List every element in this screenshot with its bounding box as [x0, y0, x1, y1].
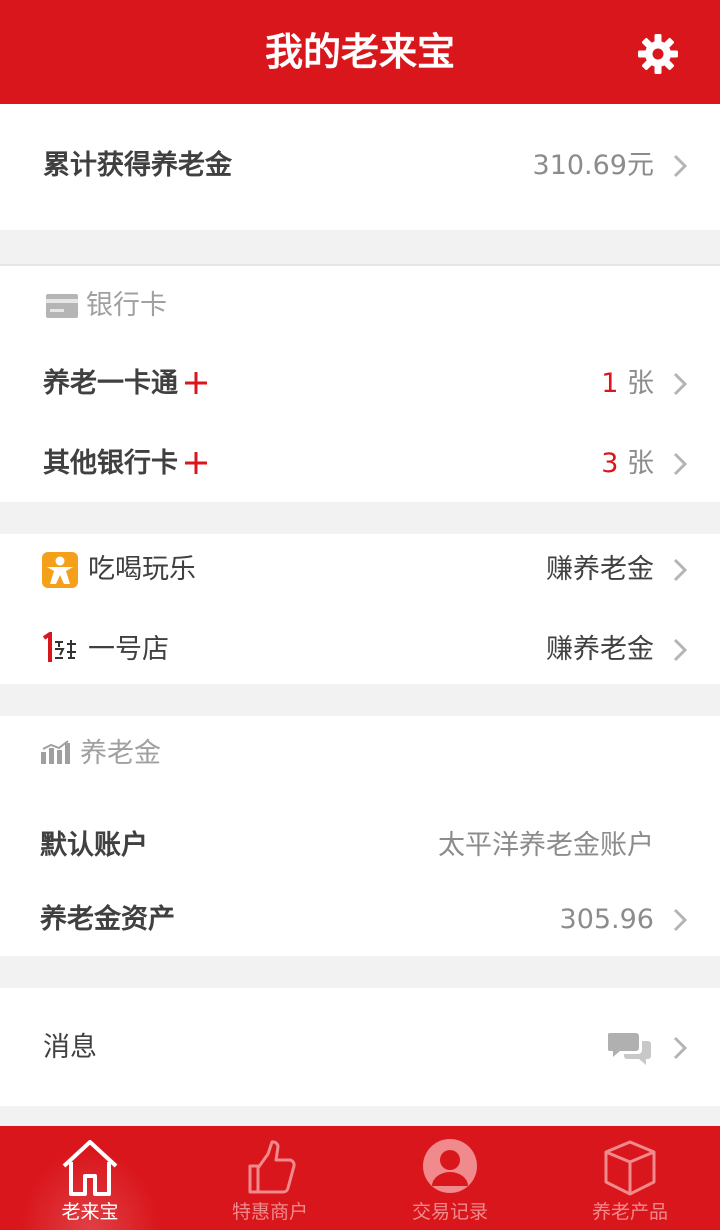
pension-title: 养老金 — [80, 738, 161, 769]
other-bank-card-count: 3 张 — [601, 448, 654, 479]
pension-assets-value: 305.96 — [559, 904, 654, 935]
pension-section: 养老金 默认账户 太平洋养老金账户 养老金资产 305.96 — [0, 716, 720, 956]
chevron-right-icon — [673, 1036, 688, 1060]
earn-pension-section: 吃喝玩乐 赚养老金 一号店 赚养老金 — [0, 534, 720, 684]
food-fun-value: 赚养老金 — [546, 554, 654, 585]
pension-card-row[interactable]: 养老一卡通 1 张 — [0, 354, 720, 414]
yhd-store-logo-icon — [42, 632, 76, 662]
bank-card-section: 银行卡 养老一卡通 1 张 其他银行卡 3 张 — [0, 264, 720, 502]
pension-summary-section: 累计获得养老金 310.69元 — [0, 104, 720, 230]
pension-assets-row[interactable]: 养老金资产 305.96 — [0, 890, 720, 950]
yhd-store-label: 一号店 — [88, 634, 169, 665]
thumbs-up-icon — [248, 1140, 296, 1194]
chevron-right-icon — [673, 638, 688, 662]
food-fun-icon — [42, 552, 78, 588]
home-icon — [62, 1140, 118, 1196]
gear-icon[interactable] — [636, 32, 680, 76]
plus-icon[interactable] — [184, 371, 208, 395]
chevron-right-icon — [673, 908, 688, 932]
page-title: 我的老来宝 — [264, 30, 455, 74]
chevron-right-icon — [673, 372, 688, 396]
food-fun-label: 吃喝玩乐 — [88, 554, 196, 585]
tab-laolaibao[interactable]: 老来宝 — [0, 1126, 180, 1230]
box-icon — [604, 1140, 656, 1196]
messages-section: 消息 — [0, 988, 720, 1106]
other-bank-card-label: 其他银行卡 — [43, 446, 208, 482]
tab-label: 交易记录 — [411, 1201, 488, 1223]
total-pension-label: 累计获得养老金 — [43, 150, 232, 181]
chevron-right-icon — [673, 558, 688, 582]
messages-label: 消息 — [43, 1032, 97, 1063]
tab-label: 老来宝 — [61, 1201, 119, 1223]
yhd-store-row[interactable]: 一号店 赚养老金 — [0, 620, 720, 680]
tab-label: 养老产品 — [591, 1201, 668, 1223]
total-pension-value: 310.69元 — [532, 150, 654, 181]
app-header: 我的老来宝 — [0, 0, 720, 104]
messages-row[interactable]: 消息 — [0, 1018, 720, 1078]
default-account-row: 默认账户 太平洋养老金账户 — [0, 816, 720, 876]
plus-icon[interactable] — [184, 451, 208, 475]
bottom-tab-bar: 老来宝 特惠商户 交易记录 养老产品 — [0, 1126, 720, 1230]
chevron-right-icon — [673, 452, 688, 476]
default-account-value: 太平洋养老金账户 — [438, 830, 654, 861]
tab-merchants[interactable]: 特惠商户 — [180, 1126, 360, 1230]
bank-card-icon — [46, 294, 78, 318]
total-pension-row[interactable]: 累计获得养老金 310.69元 — [0, 136, 720, 196]
default-account-label: 默认账户 — [40, 830, 148, 861]
bar-chart-icon — [41, 740, 70, 764]
chevron-right-icon — [673, 154, 688, 178]
chat-bubbles-icon — [608, 1033, 651, 1065]
yhd-store-value: 赚养老金 — [546, 634, 654, 665]
bank-card-title: 银行卡 — [86, 290, 167, 321]
tab-products[interactable]: 养老产品 — [540, 1126, 720, 1230]
food-fun-row[interactable]: 吃喝玩乐 赚养老金 — [0, 540, 720, 600]
pension-card-label: 养老一卡通 — [43, 366, 208, 402]
user-avatar-icon — [423, 1139, 477, 1193]
pension-card-count: 1 张 — [601, 368, 654, 399]
pension-assets-label: 养老金资产 — [40, 904, 175, 935]
tab-transactions[interactable]: 交易记录 — [360, 1126, 540, 1230]
tab-label: 特惠商户 — [231, 1201, 308, 1223]
other-bank-card-row[interactable]: 其他银行卡 3 张 — [0, 434, 720, 494]
